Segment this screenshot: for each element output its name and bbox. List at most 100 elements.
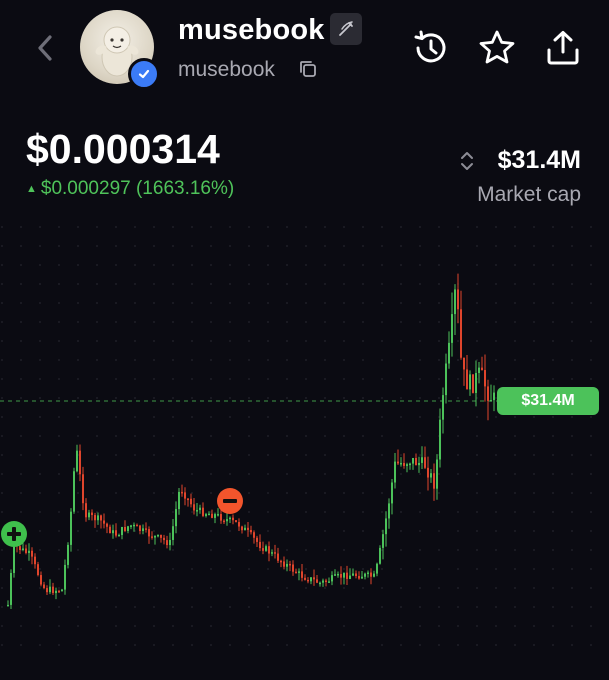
buy-marker[interactable]: [1, 521, 27, 547]
candle-body: [31, 550, 33, 557]
candle-body: [70, 511, 72, 545]
candle-body: [283, 561, 285, 567]
candle-body: [103, 520, 105, 524]
share-button[interactable]: [543, 28, 583, 68]
candle-body: [142, 528, 144, 531]
token-avatar[interactable]: [80, 10, 160, 90]
candle-body: [439, 419, 441, 460]
candle-body: [271, 552, 273, 554]
candle-body: [364, 573, 366, 577]
market-cap-toggle[interactable]: [458, 150, 476, 172]
candle-body: [394, 461, 396, 483]
candle-body: [202, 507, 204, 516]
candle-body: [40, 575, 42, 585]
share-icon: [547, 31, 579, 65]
candle-body: [133, 524, 135, 527]
candle-body: [478, 367, 480, 373]
candle-body: [460, 309, 462, 358]
candle-body: [151, 536, 153, 538]
candle-body: [262, 548, 264, 551]
candle-body: [214, 514, 216, 518]
candle-body: [355, 573, 357, 577]
candle-body: [88, 512, 90, 518]
copy-button[interactable]: [298, 59, 318, 79]
candle-body: [268, 546, 270, 554]
candle-body: [430, 473, 432, 478]
favorite-button[interactable]: [477, 28, 517, 68]
candle-body: [154, 535, 156, 538]
candle-body: [136, 524, 138, 527]
candle-body: [226, 519, 228, 522]
candle-body: [163, 537, 165, 541]
candle-body: [286, 563, 288, 567]
candle-body: [424, 457, 426, 468]
candle-body: [94, 515, 96, 521]
candle-body: [175, 509, 177, 527]
candle-body: [448, 342, 450, 364]
candle-body: [277, 553, 279, 561]
candle-body: [352, 573, 354, 576]
candle-body: [376, 563, 378, 574]
candle-body: [241, 526, 243, 531]
candle-body: [415, 457, 417, 466]
price-chart[interactable]: [0, 225, 609, 655]
candle-body: [37, 564, 39, 576]
candle-body: [205, 514, 207, 516]
candle-body: [487, 386, 489, 401]
candle-body: [457, 289, 459, 310]
candle-body: [301, 571, 303, 578]
up-arrow-icon: ▲: [26, 183, 37, 195]
candle-body: [322, 580, 324, 583]
candle-body: [130, 525, 132, 527]
back-button[interactable]: [30, 30, 62, 66]
star-icon: [479, 30, 515, 64]
candle-body: [235, 520, 237, 523]
candle-body: [313, 577, 315, 580]
candle-body: [121, 526, 123, 535]
candle-body: [148, 529, 150, 537]
candle-body: [340, 573, 342, 578]
candle-body: [361, 576, 363, 579]
candle-body: [229, 517, 231, 520]
candle-body: [91, 512, 93, 516]
price-change-value: $0.000297 (1663.16%): [40, 178, 235, 199]
candle-body: [298, 571, 300, 573]
candle-body: [418, 462, 420, 466]
candle-body: [19, 546, 21, 551]
candle-body: [196, 510, 198, 512]
candle-body: [265, 546, 267, 551]
sell-marker[interactable]: [217, 488, 243, 514]
candle-body: [7, 604, 9, 607]
header: musebook musebook: [0, 0, 609, 110]
candle-body: [22, 548, 24, 551]
candle-body: [112, 530, 114, 534]
candle-body: [436, 459, 438, 489]
candle-body: [145, 528, 147, 530]
candle-body: [409, 463, 411, 466]
candle-body: [289, 563, 291, 566]
current-price-tag: $31.4M: [497, 387, 599, 415]
candle-body: [433, 473, 435, 489]
candle-body: [442, 395, 444, 420]
candle-body: [274, 552, 276, 554]
candle-body: [475, 372, 477, 393]
candle-body: [238, 522, 240, 527]
candle-body: [157, 534, 159, 537]
candle-body: [220, 514, 222, 521]
history-button[interactable]: [411, 28, 451, 68]
candle-body: [109, 526, 111, 534]
candle-body: [337, 573, 339, 576]
candle-body: [211, 513, 213, 518]
candle-body: [382, 534, 384, 548]
candle-body: [67, 544, 69, 565]
price-change: ▲ $0.000297 (1663.16%): [26, 178, 234, 200]
candle-body: [421, 457, 423, 463]
candle-body: [334, 574, 336, 576]
checkmark-icon: [138, 69, 150, 79]
candle-body: [247, 527, 249, 531]
candle-body: [379, 547, 381, 564]
candle-body: [484, 370, 486, 387]
candle-body: [349, 575, 351, 579]
candle-body: [256, 537, 258, 542]
edit-button[interactable]: [330, 13, 362, 45]
